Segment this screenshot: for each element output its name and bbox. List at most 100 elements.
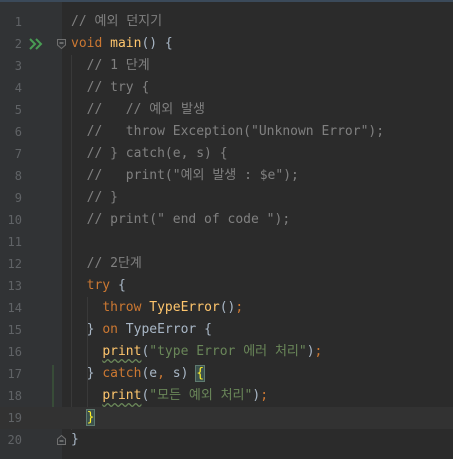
code-line[interactable]: 20} [0, 429, 453, 451]
code-token: s) [172, 366, 197, 381]
code-token: // // 예외 발생 [71, 102, 205, 117]
code-token: } [71, 322, 103, 337]
line-number[interactable]: 2 [0, 33, 22, 55]
line-number[interactable]: 13 [0, 275, 22, 297]
code-line[interactable]: 9 // } [0, 187, 453, 209]
line-number[interactable]: 17 [0, 363, 22, 385]
code-line[interactable]: 18 print("모든 예외 처리"); [0, 385, 453, 407]
line-number[interactable]: 5 [0, 99, 22, 121]
code-text[interactable]: // print(" end of code "); [71, 209, 291, 231]
run-icon[interactable] [29, 38, 43, 50]
code-token: ; [314, 344, 323, 359]
code-line[interactable]: 8 // print("예외 발생 : $e"); [0, 165, 453, 187]
fold-icon[interactable] [57, 39, 66, 49]
code-text[interactable]: // 예외 던지기 [71, 11, 162, 33]
code-token: } [71, 366, 103, 381]
code-text[interactable]: // // 예외 발생 [71, 99, 205, 121]
code-token: // } catch(e, s) { [71, 146, 228, 161]
code-token: print [102, 344, 142, 359]
code-text[interactable]: // print("예외 발생 : $e"); [71, 165, 299, 187]
code-token: try [86, 278, 111, 293]
code-line[interactable]: 12 // 2단계 [0, 253, 453, 275]
code-token: "type Error 에러 처리" [149, 344, 307, 359]
line-number[interactable]: 20 [0, 429, 22, 451]
code-token: // } [71, 190, 118, 205]
code-token: throw [102, 300, 150, 315]
line-number[interactable]: 15 [0, 319, 22, 341]
line-number[interactable]: 16 [0, 341, 22, 363]
code-text[interactable]: } [71, 429, 79, 451]
code-text[interactable]: // try { [71, 77, 150, 99]
fold-icon[interactable] [57, 435, 66, 445]
code-token: TypeError [125, 322, 197, 337]
code-text[interactable]: // 1 단계 [71, 55, 150, 77]
code-token: print [102, 388, 142, 403]
code-line[interactable]: 15 } on TypeError { [0, 319, 453, 341]
code-token: , [157, 366, 173, 381]
code-token: { [195, 365, 206, 382]
code-text[interactable]: print("type Error 에러 처리"); [71, 341, 322, 363]
code-line[interactable]: 2 void main() { [0, 33, 453, 55]
line-number[interactable]: 11 [0, 231, 22, 253]
code-token: ) [252, 388, 261, 403]
code-token: () [219, 300, 236, 315]
code-line[interactable]: 4 // try { [0, 77, 453, 99]
code-line[interactable]: 14 throw TypeError(); [0, 297, 453, 319]
line-number[interactable]: 9 [0, 187, 22, 209]
line-number[interactable]: 3 [0, 55, 22, 77]
code-token: // print(" end of code "); [71, 212, 291, 227]
code-text[interactable]: } [71, 407, 96, 429]
line-number[interactable]: 19 [0, 407, 22, 429]
code-token: on [102, 322, 126, 337]
line-number[interactable]: 18 [0, 385, 22, 407]
editor-top-border [0, 0, 453, 2]
code-text[interactable]: // } catch(e, s) { [71, 143, 228, 165]
code-text[interactable]: } catch(e, s) { [71, 363, 206, 385]
line-number[interactable]: 1 [0, 11, 22, 33]
line-number[interactable]: 7 [0, 143, 22, 165]
code-token: { [196, 322, 212, 337]
code-token: // 예외 던지기 [71, 14, 163, 29]
code-text[interactable]: // throw Exception("Unknown Error"); [71, 121, 384, 143]
line-number[interactable]: 14 [0, 297, 22, 319]
code-line[interactable]: 13 try { [0, 275, 453, 297]
code-text[interactable]: // } [71, 187, 118, 209]
code-token: ; [235, 300, 244, 315]
code-line[interactable]: 17 } catch(e, s) { [0, 363, 453, 385]
code-line[interactable]: 6 // throw Exception("Unknown Error"); [0, 121, 453, 143]
code-line[interactable]: 7 // } catch(e, s) { [0, 143, 453, 165]
line-number[interactable]: 8 [0, 165, 22, 187]
line-number[interactable]: 6 [0, 121, 22, 143]
code-editor[interactable]: 1// 예외 던지기 2 void main() {3 // 1 단계 4 // tr… [0, 0, 453, 459]
code-token: catch [102, 366, 142, 381]
code-line[interactable]: 10 // print(" end of code "); [0, 209, 453, 231]
code-token: () { [141, 36, 173, 51]
code-token: // throw Exception("Unknown Error"); [71, 124, 385, 139]
code-text[interactable]: throw TypeError(); [71, 297, 243, 319]
code-line[interactable]: 16 print("type Error 에러 처리"); [0, 341, 453, 363]
line-number[interactable]: 10 [0, 209, 22, 231]
code-token: // 1 단계 [71, 58, 150, 73]
code-token: ; [260, 388, 269, 403]
code-token: // 2단계 [71, 256, 142, 271]
code-token: } [85, 409, 96, 426]
code-text[interactable]: try { [71, 275, 126, 297]
code-line[interactable]: 11 [0, 231, 453, 253]
code-text[interactable]: void main() { [71, 33, 173, 55]
code-text[interactable]: // 2단계 [71, 253, 142, 275]
code-line[interactable]: 1 // 예외 던지기 [0, 11, 453, 33]
line-number[interactable]: 12 [0, 253, 22, 275]
code-text[interactable]: } on TypeError { [71, 319, 212, 341]
line-number[interactable]: 4 [0, 77, 22, 99]
code-token: "모든 예외 처리" [149, 388, 253, 403]
code-token: { [110, 278, 126, 293]
code-line[interactable]: 5 // // 예외 발생 [0, 99, 453, 121]
code-line[interactable]: 3 // 1 단계 [0, 55, 453, 77]
code-line[interactable]: 19 } [0, 407, 453, 429]
code-text[interactable]: print("모든 예외 처리"); [71, 385, 268, 407]
